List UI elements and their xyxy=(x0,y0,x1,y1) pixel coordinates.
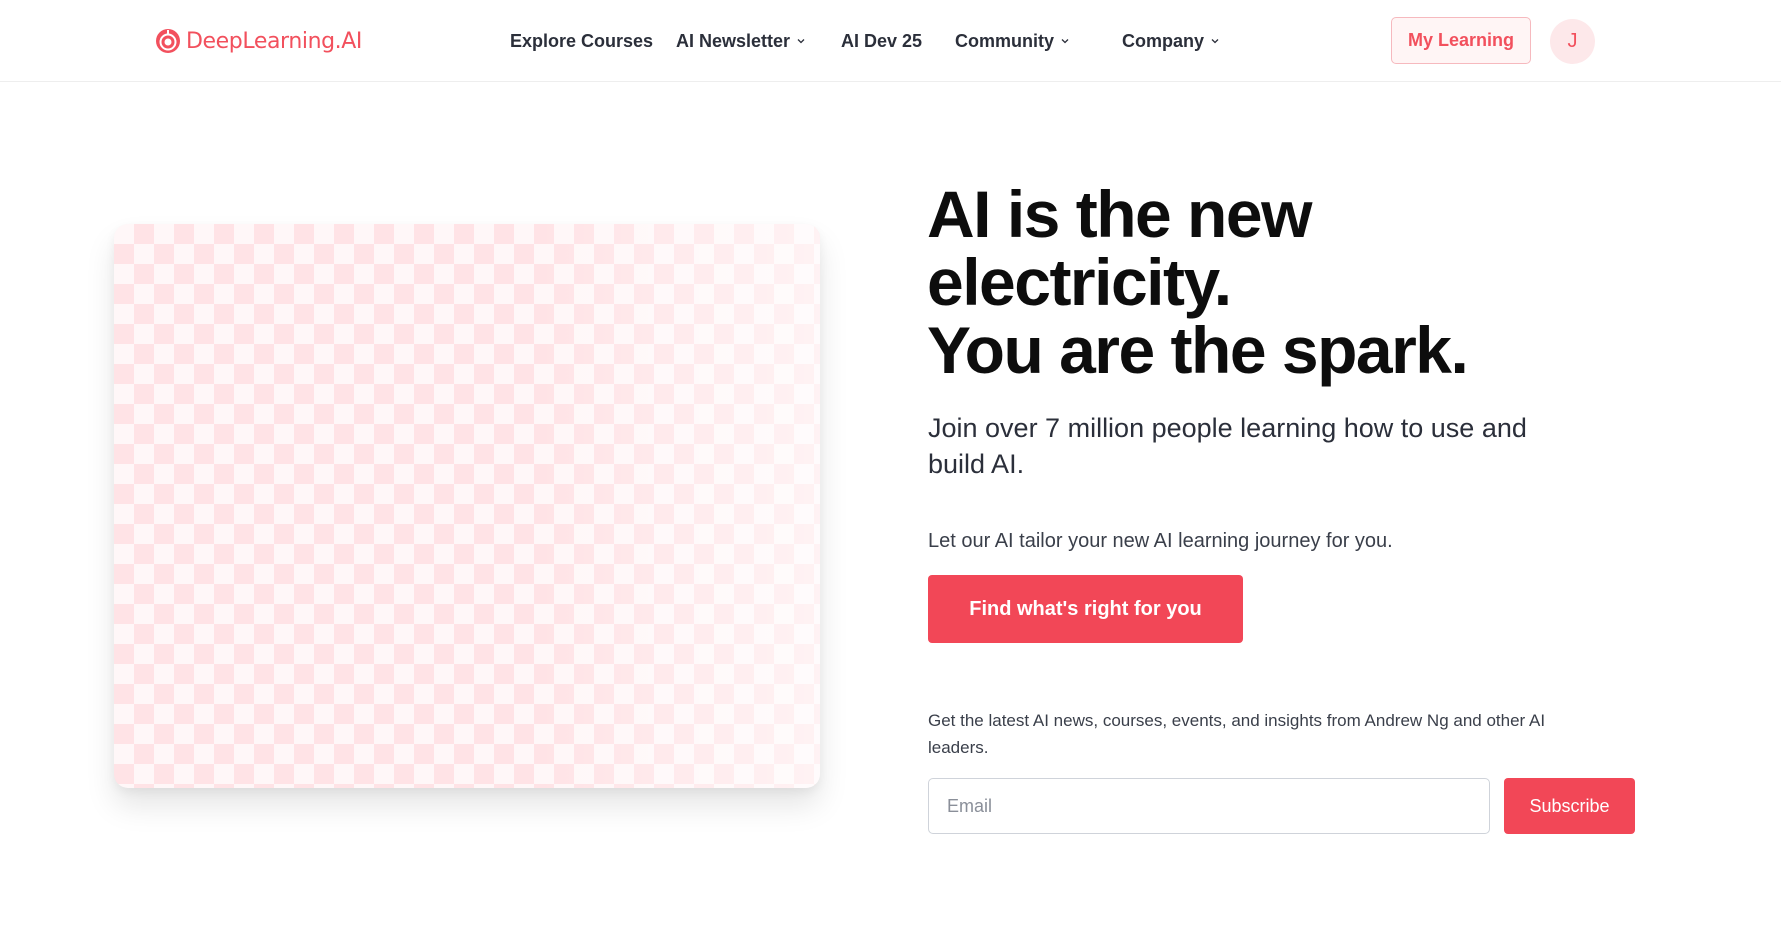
nav-company[interactable]: Company xyxy=(1122,28,1220,54)
find-right-for-you-button[interactable]: Find what's right for you xyxy=(928,575,1243,643)
nav-label: Explore Courses xyxy=(510,30,654,51)
nav-label: AI Dev 25 xyxy=(841,30,923,51)
nav-label: Company xyxy=(1122,30,1205,51)
site-header: DeepLearning.AI Explore Courses AI Newsl… xyxy=(0,0,1781,82)
tailor-text: Let our AI tailor your new AI learning j… xyxy=(928,530,1393,552)
chevron-down-icon xyxy=(1211,39,1219,44)
deeplearning-logo-icon xyxy=(156,29,180,53)
chevron-down-icon xyxy=(797,39,805,44)
nav-label: Community xyxy=(955,30,1054,51)
headline-line-2: electricity. xyxy=(927,245,1232,319)
my-learning-button[interactable]: My Learning xyxy=(1391,17,1531,64)
chevron-down-icon xyxy=(1061,39,1069,44)
headline-line-1: AI is the new xyxy=(927,177,1312,251)
nav-explore-courses[interactable]: Explore Courses xyxy=(510,28,653,54)
email-input[interactable] xyxy=(928,778,1490,834)
hero-image xyxy=(114,224,820,788)
nav-ai-dev-25[interactable]: AI Dev 25 xyxy=(841,28,922,54)
avatar[interactable]: J xyxy=(1550,19,1595,64)
newsletter-description: Get the latest AI news, courses, events,… xyxy=(928,711,1546,757)
subscribe-button[interactable]: Subscribe xyxy=(1504,778,1635,834)
hero-subhead: Join over 7 million people learning how … xyxy=(928,413,1527,479)
nav-community[interactable]: Community xyxy=(955,28,1070,54)
hero-headline: AI is the new electricity. You are the s… xyxy=(927,180,1567,384)
nav-ai-newsletter[interactable]: AI Newsletter xyxy=(676,28,806,54)
logo-link[interactable]: DeepLearning.AI xyxy=(155,26,362,56)
nav-label: AI Newsletter xyxy=(676,30,791,51)
logo-text: DeepLearning.AI xyxy=(186,28,363,54)
headline-line-3: You are the spark. xyxy=(927,313,1469,387)
